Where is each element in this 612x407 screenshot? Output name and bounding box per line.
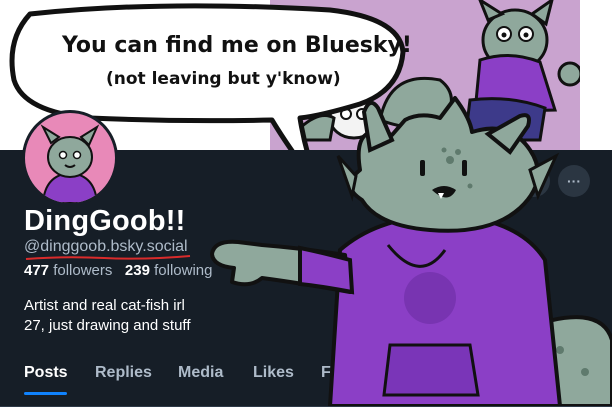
mascot-character-overlay (210, 96, 612, 406)
